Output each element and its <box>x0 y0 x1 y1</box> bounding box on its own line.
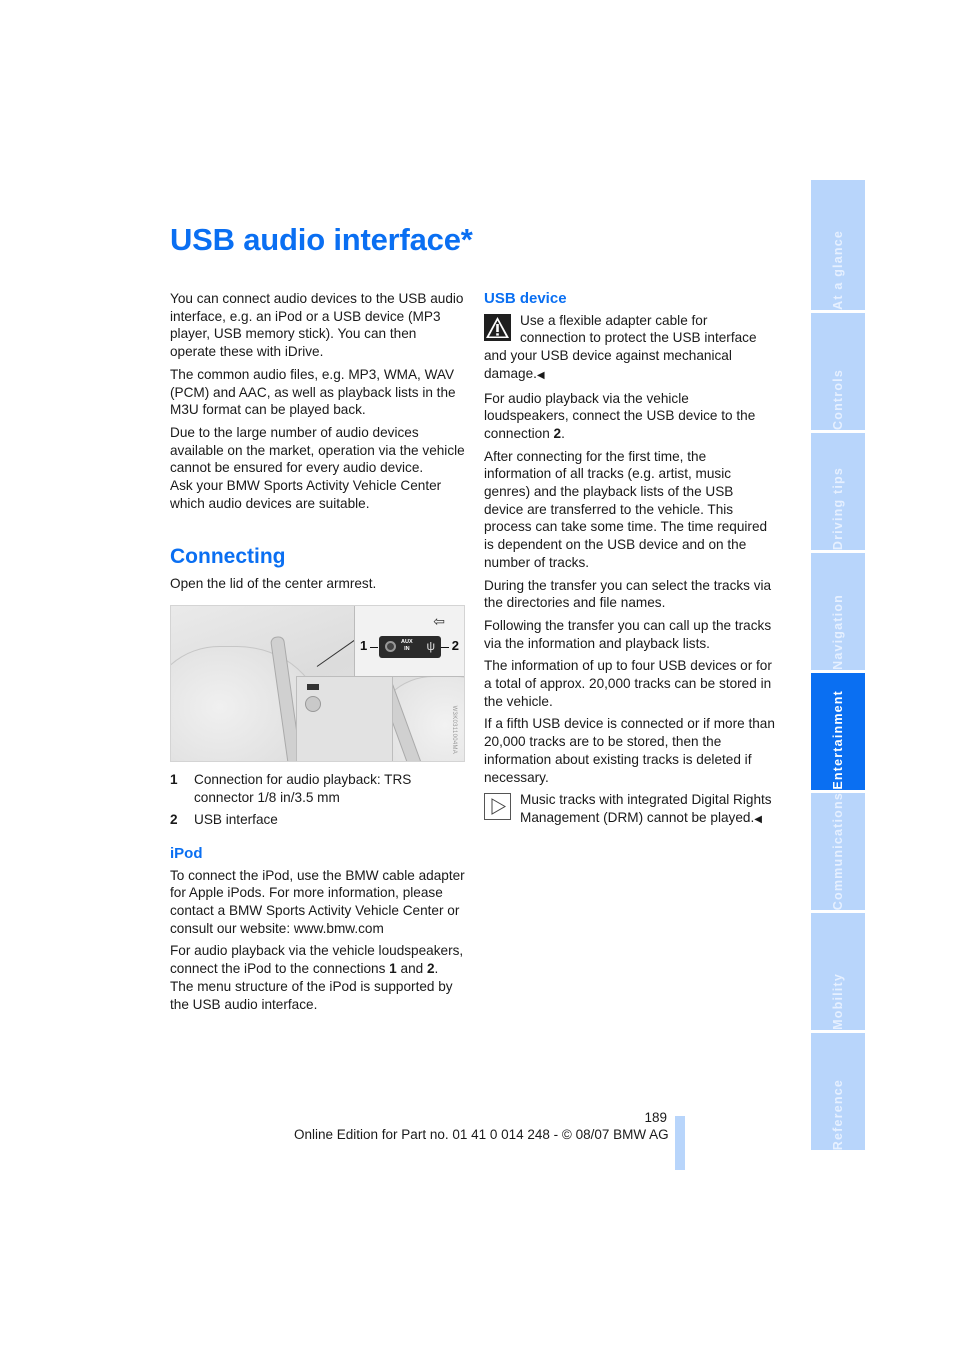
callout-2: 2 <box>451 637 459 653</box>
bold-ref: 2 <box>553 425 562 441</box>
warning-icon <box>484 313 511 341</box>
end-mark-icon: ◀ <box>754 813 762 825</box>
tab-controls[interactable]: Controls <box>811 313 865 430</box>
tab-label: Entertainment <box>831 690 845 790</box>
warning-notice: Use a flexible adapter cable for connect… <box>484 312 776 385</box>
usb-paragraph: The information of up to four USB device… <box>484 658 772 709</box>
ipod-paragraph: The menu structure of the iPod is suppor… <box>170 978 453 1012</box>
tab-label: Mobility <box>831 973 845 1030</box>
usb-icon: ψ <box>426 638 435 653</box>
page-title: USB audio interface* <box>170 222 473 257</box>
legend-item: 1 Connection for audio playback: TRS con… <box>170 771 465 806</box>
usb-paragraph: If a fifth USB device is connected or if… <box>484 716 775 785</box>
tab-at-a-glance[interactable]: At a glance <box>811 180 865 310</box>
figure-leader-line <box>316 637 359 667</box>
tab-label: Communications <box>831 791 845 910</box>
intro-paragraph: The common audio files, e.g. MP3, WMA, W… <box>170 366 456 418</box>
usb-paragraph: Following the transfer you can call up t… <box>484 617 772 651</box>
callout-tick <box>441 646 449 648</box>
subheading-usb-device: USB device <box>484 290 567 307</box>
note-text: Music tracks with integrated Digital Rig… <box>520 792 772 825</box>
aux-label: AUX IN <box>401 639 413 653</box>
legend-number: 1 <box>170 771 178 787</box>
tab-reference[interactable]: Reference <box>811 1033 865 1150</box>
callout-1: 1 <box>360 637 368 653</box>
tab-mobility[interactable]: Mobility <box>811 913 865 1030</box>
text-span: For audio playback via the vehicle louds… <box>484 390 756 441</box>
note-play-icon <box>484 793 511 821</box>
left-column: You can connect audio devices to the USB… <box>170 290 465 1018</box>
figure-knob <box>305 695 321 712</box>
arrow-left-icon: ⇦ <box>433 612 445 629</box>
tab-communications[interactable]: Communications <box>811 792 865 910</box>
aux-label-line2: IN <box>404 645 410 652</box>
usb-paragraph: During the transfer you can select the t… <box>484 577 772 611</box>
text-span: and <box>396 961 427 977</box>
legend-text: USB interface <box>194 812 278 828</box>
center-armrest-figure: ⇦ 1 AUX IN ψ 2 W3K0311004MA <box>170 604 465 762</box>
warning-text: Use a flexible adapter cable for connect… <box>484 312 757 381</box>
tab-label: Driving tips <box>831 466 845 550</box>
bold-ref: 2 <box>426 961 435 977</box>
tab-label: At a glance <box>831 230 845 310</box>
ipod-paragraph: For audio playback via the vehicle louds… <box>170 942 465 977</box>
text-span: . <box>434 961 439 977</box>
footer-edition-text: Online Edition for Part no. 01 41 0 014 … <box>294 1127 669 1142</box>
callout-tick <box>370 646 378 648</box>
intro-paragraph: You can connect audio devices to the USB… <box>170 291 464 360</box>
chapter-tabs: At a glance Controls Driving tips Naviga… <box>811 180 865 1153</box>
section-heading-connecting: Connecting <box>170 545 286 569</box>
legend-number: 2 <box>170 812 178 828</box>
usb-paragraph: For audio playback via the vehicle louds… <box>484 390 776 443</box>
figure-code: W3K0311004MA <box>451 705 458 754</box>
intro-paragraph: Ask your BMW Sports Activity Vehicle Cen… <box>170 478 442 511</box>
intro-paragraph: Due to the large number of audio devices… <box>170 424 465 476</box>
text-span: . <box>561 425 565 441</box>
right-column: USB device Use a flexible adapter cable … <box>484 290 776 834</box>
tab-navigation[interactable]: Navigation <box>811 553 865 670</box>
aux-jack-icon <box>385 640 396 652</box>
footer-accent-bar <box>675 1116 685 1170</box>
tab-label: Controls <box>831 369 845 430</box>
end-mark-icon: ◀ <box>536 369 545 381</box>
bold-ref: 1 <box>389 961 397 977</box>
connecting-instruction: Open the lid of the center armrest. <box>170 576 377 592</box>
tab-label: Reference <box>831 1078 845 1150</box>
usb-paragraph: After connecting for the first time, the… <box>484 448 768 570</box>
tab-driving-tips[interactable]: Driving tips <box>811 433 865 550</box>
legend-text: Connection for audio playback: TRS conne… <box>194 771 412 805</box>
aux-usb-panel: AUX IN ψ <box>379 635 441 658</box>
tab-label: Navigation <box>831 594 845 670</box>
subheading-ipod: iPod <box>170 844 203 862</box>
figure-port <box>307 683 319 690</box>
aux-label-line1: AUX <box>401 638 413 645</box>
ipod-paragraph: To connect the iPod, use the BMW cable a… <box>170 867 465 936</box>
legend-item: 2 USB interface <box>170 811 465 829</box>
note-notice: Music tracks with integrated Digital Rig… <box>484 791 776 828</box>
figure-inset-detail: ⇦ 1 AUX IN ψ 2 <box>354 605 464 677</box>
page-number: 189 <box>644 1110 667 1125</box>
tab-entertainment[interactable]: Entertainment <box>811 673 865 790</box>
